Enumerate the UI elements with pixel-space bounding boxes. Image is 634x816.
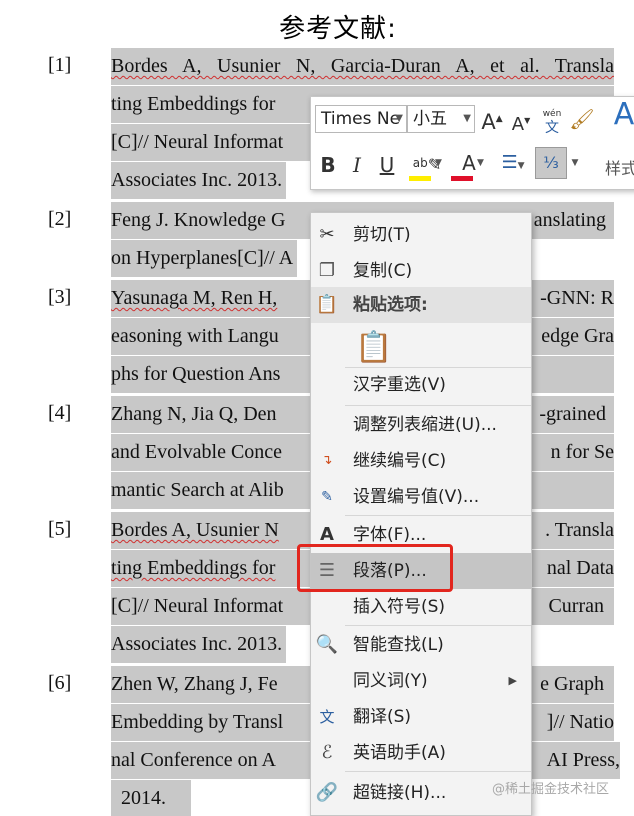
chevron-down-icon: ▼: [463, 113, 471, 124]
chevron-down-icon[interactable]: ▼: [569, 149, 581, 177]
hyperlink-icon: 🔗: [315, 782, 339, 803]
styles-label: 样式: [605, 159, 634, 178]
font-size-select[interactable]: 小五 ▼: [407, 105, 475, 133]
menu-item-set-numbering-value[interactable]: ✎ 设置编号值(V)...: [311, 479, 531, 515]
menu-item-copy[interactable]: ❐ 复制(C): [311, 253, 531, 289]
reference-line[interactable]: Bordes A, Usunier N, Garcia-Duran A, et …: [111, 48, 614, 85]
reference-line[interactable]: Associates Inc. 2013.: [111, 626, 287, 663]
reference-line[interactable]: on Hyperplanes[C]// A: [111, 240, 298, 277]
chevron-right-icon: ▶: [508, 674, 517, 687]
underline-icon[interactable]: U: [377, 151, 397, 179]
bullets-icon[interactable]: ☰▼: [493, 149, 533, 180]
watermark: @稀土掘金技术社区: [492, 782, 610, 797]
font-name-select[interactable]: Times Ne ▼: [315, 105, 407, 133]
reference-number: [6]: [48, 672, 72, 694]
menu-item-synonyms[interactable]: 同义词(Y) ▶: [311, 663, 531, 699]
mini-toolbar: Times Ne ▼ 小五 ▼ A▲ A▼ wén 文 🖌 A B I U ab✎ ▼…: [310, 96, 634, 190]
menu-item-adjust-list-indent[interactable]: 调整列表缩进(U)...: [311, 407, 531, 443]
set-numbering-value-icon: ✎: [321, 489, 333, 505]
clipboard-icon: 📋: [355, 330, 393, 365]
highlight-color-icon[interactable]: ab✎ ▼: [407, 149, 447, 181]
references-heading: 参考文献:: [279, 14, 397, 44]
shrink-font-icon[interactable]: A▼: [509, 107, 533, 139]
menu-item-continue-numbering[interactable]: ↴ 继续编号(C): [311, 443, 531, 479]
reference-line[interactable]: 2014.: [111, 780, 191, 816]
menu-item-insert-symbol[interactable]: 插入符号(S): [311, 589, 531, 625]
translate-icon: 文: [319, 708, 335, 726]
phonetic-guide-icon[interactable]: wén 文: [539, 105, 565, 135]
reference-number: [4]: [48, 402, 72, 424]
english-assistant-icon: ℰ: [321, 742, 333, 763]
menu-item-cut[interactable]: ✂ 剪切(T): [311, 217, 531, 253]
reference-number: [1]: [48, 54, 72, 76]
numbering-icon[interactable]: ⅓: [535, 147, 567, 179]
annotation-highlight-box: [297, 544, 453, 592]
menu-item-smart-lookup[interactable]: 🔍 智能查找(L): [311, 627, 531, 663]
styles-icon[interactable]: A: [607, 100, 634, 130]
chevron-down-icon: ▼: [395, 113, 403, 124]
paste-icon: 📋: [315, 294, 339, 315]
reference-number: [3]: [48, 286, 72, 308]
scissors-icon: ✂: [319, 224, 335, 245]
menu-item-translate[interactable]: 文 翻译(S): [311, 699, 531, 735]
menu-item-paste-options: 📋 粘贴选项:: [311, 287, 531, 323]
paste-keep-text-button[interactable]: 📋: [351, 325, 393, 369]
font-color-icon[interactable]: A ▼: [451, 149, 487, 181]
italic-icon[interactable]: I: [347, 151, 367, 179]
reference-number: [5]: [48, 518, 72, 540]
reference-line[interactable]: Associates Inc. 2013.: [111, 162, 287, 199]
menu-item-reconvert[interactable]: 汉字重选(V): [311, 367, 531, 403]
continue-numbering-icon: ↴: [321, 453, 333, 468]
menu-item-english-assistant[interactable]: ℰ 英语助手(A): [311, 735, 531, 771]
smart-lookup-icon: 🔍: [315, 634, 339, 655]
reference-number: [2]: [48, 208, 72, 230]
bold-icon[interactable]: B: [317, 151, 339, 179]
context-menu: ✂ 剪切(T) ❐ 复制(C) 📋 粘贴选项: 📋 汉字重选(V) 调整列表缩进…: [310, 212, 532, 816]
format-painter-icon[interactable]: 🖌: [569, 105, 595, 133]
copy-icon: ❐: [318, 260, 336, 281]
grow-font-icon[interactable]: A▲: [479, 105, 505, 136]
